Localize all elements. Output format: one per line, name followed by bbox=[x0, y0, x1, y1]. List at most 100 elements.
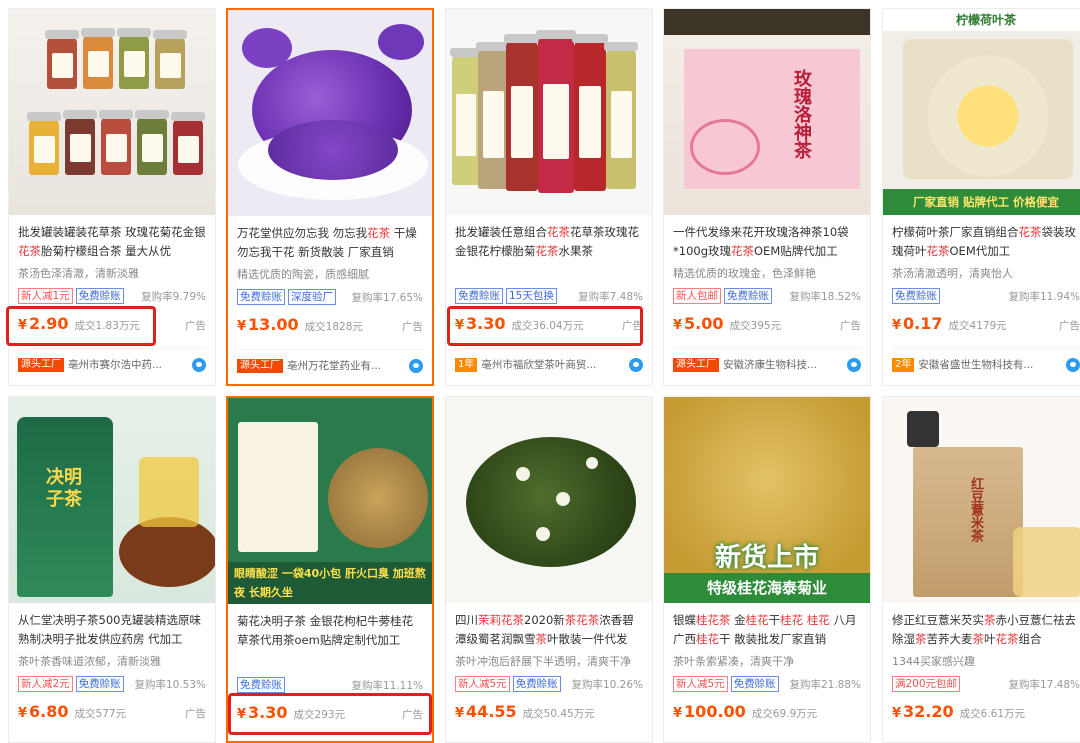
product-subtitle: 茶汤清澈透明，清爽怡人 bbox=[892, 267, 1013, 280]
product-image[interactable]: 眼睛酸涩 一袋40小包 肝火口臭 加班熬夜 长期久坐 bbox=[228, 398, 432, 604]
product-image[interactable] bbox=[228, 10, 432, 216]
product-card[interactable]: 红豆薏米茶 修正红豆薏米芡实茶赤小豆薏仁祛去除湿茶苦荞大麦茶叶花茶组合 1344… bbox=[882, 396, 1080, 743]
deal-volume: 成交1828元 bbox=[304, 321, 363, 333]
product-image[interactable]: 决明子茶 bbox=[9, 397, 215, 603]
price: ¥5.00 bbox=[673, 314, 724, 333]
price: ¥32.20 bbox=[892, 702, 954, 721]
tag-row: 免费赊账 15天包换 复购率7.48% bbox=[455, 288, 643, 304]
keyword-highlight: 桂花 bbox=[806, 613, 830, 627]
product-card[interactable]: 玫瑰洛神茶 一件代发缘来花开玫瑰洛神茶10袋*100g玫瑰花茶OEM贴牌代加工 … bbox=[663, 8, 871, 386]
chat-icon[interactable] bbox=[192, 357, 206, 372]
service-tag: 新人减5元 bbox=[673, 676, 728, 692]
product-image[interactable] bbox=[446, 9, 652, 215]
title-text: 叶 bbox=[984, 632, 996, 646]
title-text: 菊花决明子茶 金银花枸杞牛蒡桂花草茶代用茶oem贴牌定制代加工 bbox=[237, 614, 414, 647]
deal-volume: 成交69.9万元 bbox=[751, 708, 818, 720]
price-value: 32.20 bbox=[903, 702, 954, 721]
product-title[interactable]: 批发罐装罐装花草茶 玫瑰花菊花金银花茶胎菊柠檬组合茶 量大从优 bbox=[18, 223, 206, 261]
service-tag: 免费赊账 bbox=[455, 288, 503, 304]
product-card[interactable]: 决明子茶 从仁堂决明子茶500克罐装精选原味熟制决明子批发供应药房 代加工 茶叶… bbox=[8, 396, 216, 743]
shop-name[interactable]: 亳州市赛尔浩中药... bbox=[68, 357, 188, 372]
shop-name[interactable]: 亳州市福欣堂茶叶商贸... bbox=[481, 357, 625, 372]
product-title[interactable]: 柠檬荷叶茶厂家直销组合花茶袋装玫瑰荷叶花茶OEM代加工 bbox=[892, 223, 1080, 261]
product-title[interactable]: 四川茉莉花茶2020新茶花茶浓香碧潭级蜀茗润飘雪茶叶散装一件代发 bbox=[455, 611, 643, 649]
currency-symbol: ¥ bbox=[673, 318, 683, 333]
price-row: ¥0.17 成交4179元 广告 bbox=[892, 314, 1080, 336]
product-title[interactable]: 批发罐装任意组合花茶花草茶玫瑰花金银花柠檬胎菊花茶水果茶 bbox=[455, 223, 643, 261]
currency-symbol: ¥ bbox=[18, 706, 28, 721]
ad-label: 广告 bbox=[185, 708, 206, 720]
product-title[interactable]: 银蝶桂花茶 金桂花干桂花 桂花 八月广西桂花干 散装批发厂家直销 bbox=[673, 611, 861, 649]
tag-row: 免费赊账 复购率11.94% bbox=[892, 288, 1080, 304]
tag-row: 新人减2元 免费赊账 复购率10.53% bbox=[18, 676, 206, 692]
keyword-highlight: 茶 bbox=[915, 632, 927, 646]
shop-row[interactable]: 源头工厂 安徽济康生物科技... bbox=[673, 348, 861, 372]
repurchase-rate: 复购率11.11% bbox=[351, 679, 423, 692]
chat-icon[interactable] bbox=[847, 357, 861, 372]
shop-years-badge: 2年 bbox=[892, 357, 915, 372]
deal-volume: 成交6.61万元 bbox=[959, 708, 1026, 720]
keyword-highlight: 花茶 bbox=[995, 632, 1019, 646]
title-text: 批发罐装任意组合 bbox=[455, 225, 547, 239]
price-value: 5.00 bbox=[684, 314, 724, 333]
product-subtitle: 茶叶冲泡后舒展下半透明，清爽干净 bbox=[455, 655, 631, 668]
ad-label: 广告 bbox=[1059, 320, 1080, 332]
shop-row[interactable]: 源头工厂 亳州市赛尔浩中药... bbox=[18, 348, 206, 372]
product-title[interactable]: 万花堂供应勿忘我 勿忘我花茶 干燥勿忘我干花 新货散装 厂家直销 bbox=[237, 224, 423, 262]
product-image[interactable] bbox=[9, 9, 215, 215]
title-text: 金 bbox=[730, 613, 746, 627]
keyword-highlight: 桂花茶 bbox=[696, 613, 731, 627]
product-image[interactable]: 新货上市 特级桂花海泰菊业 bbox=[664, 397, 870, 603]
chat-icon[interactable] bbox=[1066, 357, 1080, 372]
title-text: 胎菊柠檬组合茶 量大从优 bbox=[41, 244, 172, 258]
product-title[interactable]: 从仁堂决明子茶500克罐装精选原味熟制决明子批发供应药房 代加工 bbox=[18, 611, 206, 649]
shop-row[interactable]: 2年 安徽省盛世生物科技有... bbox=[892, 348, 1080, 372]
product-subtitle: 茶叶条索紧凑，清爽干净 bbox=[673, 655, 794, 668]
shop-name[interactable]: 安徽济康生物科技... bbox=[723, 357, 843, 372]
chat-icon[interactable] bbox=[409, 358, 423, 373]
tag-row: 新人减1元 免费赊账 复购率9.79% bbox=[18, 288, 206, 304]
product-title[interactable]: 修正红豆薏米芡实茶赤小豆薏仁祛去除湿茶苦荞大麦茶叶花茶组合 bbox=[892, 611, 1080, 649]
ad-label: 广告 bbox=[840, 320, 861, 332]
service-tag: 免费赊账 bbox=[892, 288, 940, 304]
ad-label: 广告 bbox=[402, 321, 423, 333]
service-tag: 新人减5元 bbox=[455, 676, 510, 692]
price-value: 44.55 bbox=[466, 702, 517, 721]
currency-symbol: ¥ bbox=[892, 706, 902, 721]
title-text: 四川 bbox=[455, 613, 478, 627]
product-card[interactable]: 万花堂供应勿忘我 勿忘我花茶 干燥勿忘我干花 新货散装 厂家直销 精选优质的陶瓷… bbox=[226, 8, 434, 386]
product-title[interactable]: 一件代发缘来花开玫瑰洛神茶10袋*100g玫瑰花茶OEM贴牌代加工 bbox=[673, 223, 861, 261]
image-caption: 新货上市 bbox=[714, 543, 819, 573]
product-card[interactable]: 柠檬荷叶茶 厂家直销 贴牌代工 价格便宜 柠檬荷叶茶厂家直销组合花茶袋装玫瑰荷叶… bbox=[882, 8, 1080, 386]
title-text: 干 散装批发厂家直销 bbox=[719, 632, 827, 646]
service-tag: 免费赊账 bbox=[237, 677, 285, 693]
product-card[interactable]: 新货上市 特级桂花海泰菊业 银蝶桂花茶 金桂花干桂花 桂花 八月广西桂花干 散装… bbox=[663, 396, 871, 743]
shop-name[interactable]: 安徽省盛世生物科技有... bbox=[918, 357, 1062, 372]
price-row: ¥5.00 成交395元 广告 bbox=[673, 314, 861, 336]
service-tag: 免费赊账 bbox=[730, 676, 779, 692]
image-banner: 特级桂花海泰菊业 bbox=[664, 573, 870, 603]
keyword-highlight: 花茶 bbox=[367, 226, 391, 240]
shop-row[interactable]: 1年 亳州市福欣堂茶叶商贸... bbox=[455, 348, 643, 372]
repurchase-rate: 复购率17.48% bbox=[1008, 678, 1080, 691]
keyword-highlight: 花茶 bbox=[18, 244, 41, 258]
title-text: 苦荞大麦 bbox=[926, 632, 973, 646]
service-tag: 免费赊账 bbox=[75, 676, 124, 692]
shop-row[interactable]: 源头工厂 亳州万花堂药业有... bbox=[237, 349, 423, 373]
price-highlight-box bbox=[447, 306, 643, 346]
product-image[interactable]: 玫瑰洛神茶 bbox=[664, 9, 870, 215]
title-text: 批发罐装罐装花草茶 玫瑰花菊花金银 bbox=[18, 225, 206, 239]
shop-name[interactable]: 亳州万花堂药业有... bbox=[287, 358, 405, 373]
source-factory-badge: 源头工厂 bbox=[18, 357, 64, 372]
service-tag: 新人减1元 bbox=[18, 288, 73, 304]
product-image[interactable] bbox=[446, 397, 652, 603]
chat-icon[interactable] bbox=[629, 357, 643, 372]
product-card[interactable]: 四川茉莉花茶2020新茶花茶浓香碧潭级蜀茗润飘雪茶叶散装一件代发 茶叶冲泡后舒展… bbox=[445, 396, 653, 743]
price-highlight-box bbox=[6, 306, 156, 346]
source-factory-badge: 源头工厂 bbox=[237, 358, 283, 373]
product-image[interactable]: 柠檬荷叶茶 厂家直销 贴牌代工 价格便宜 bbox=[883, 9, 1080, 215]
product-image[interactable]: 红豆薏米茶 bbox=[883, 397, 1080, 603]
product-card[interactable]: 眼睛酸涩 一袋40小包 肝火口臭 加班熬夜 长期久坐 菊花决明子茶 金银花枸杞牛… bbox=[226, 396, 434, 743]
price: ¥13.00 bbox=[237, 315, 299, 334]
product-title[interactable]: 菊花决明子茶 金银花枸杞牛蒡桂花草茶代用茶oem贴牌定制代加工 bbox=[237, 612, 423, 650]
